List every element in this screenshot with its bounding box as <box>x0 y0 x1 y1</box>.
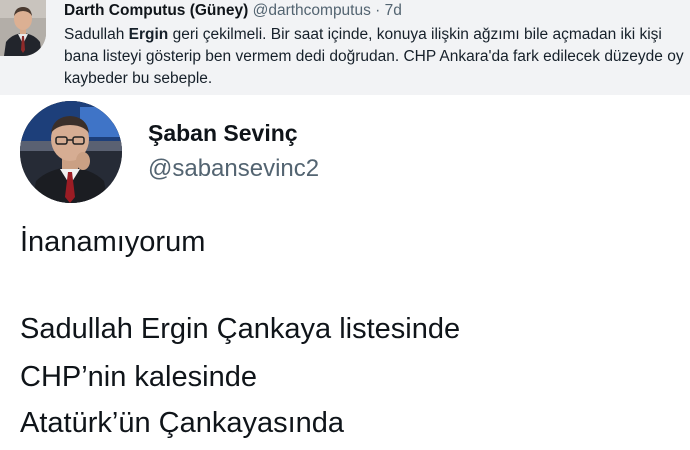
quote-handle[interactable]: @sabansevinc2 <box>148 155 319 183</box>
reply-tweet[interactable]: Darth Computus (Güney) @darthcomputus · … <box>0 0 690 95</box>
quote-display-name[interactable]: Şaban Sevinç <box>148 119 298 147</box>
reply-timestamp[interactable]: 7d <box>385 2 402 19</box>
reply-avatar[interactable] <box>0 0 46 56</box>
quote-text-line: CHP’nin kalesinde <box>20 361 257 393</box>
reply-handle[interactable]: @darthcomputus <box>253 2 371 19</box>
quoted-tweet[interactable]: Şaban Sevinç @sabansevinc2 İnanamıyorum … <box>0 95 690 450</box>
reply-text-start: Sadullah <box>64 26 129 43</box>
reply-display-name[interactable]: Darth Computus (Güney) <box>64 2 248 19</box>
reply-text-highlight: Ergin <box>128 26 169 43</box>
person-avatar-icon <box>0 0 46 56</box>
person-avatar-icon <box>20 101 122 203</box>
reply-header: Darth Computus (Güney) @darthcomputus · … <box>64 1 402 21</box>
quote-text-line: İnanamıyorum <box>20 226 206 258</box>
quote-text-line: Atatürk’ün Çankayasında <box>20 407 345 439</box>
quote-text-line: Sadullah Ergin Çankaya listesinde <box>20 313 461 345</box>
quote-avatar[interactable] <box>20 101 122 203</box>
dot-separator: · <box>375 2 381 19</box>
reply-text: Sadullah Ergin geri çekilmeli. Bir saat … <box>64 24 684 90</box>
